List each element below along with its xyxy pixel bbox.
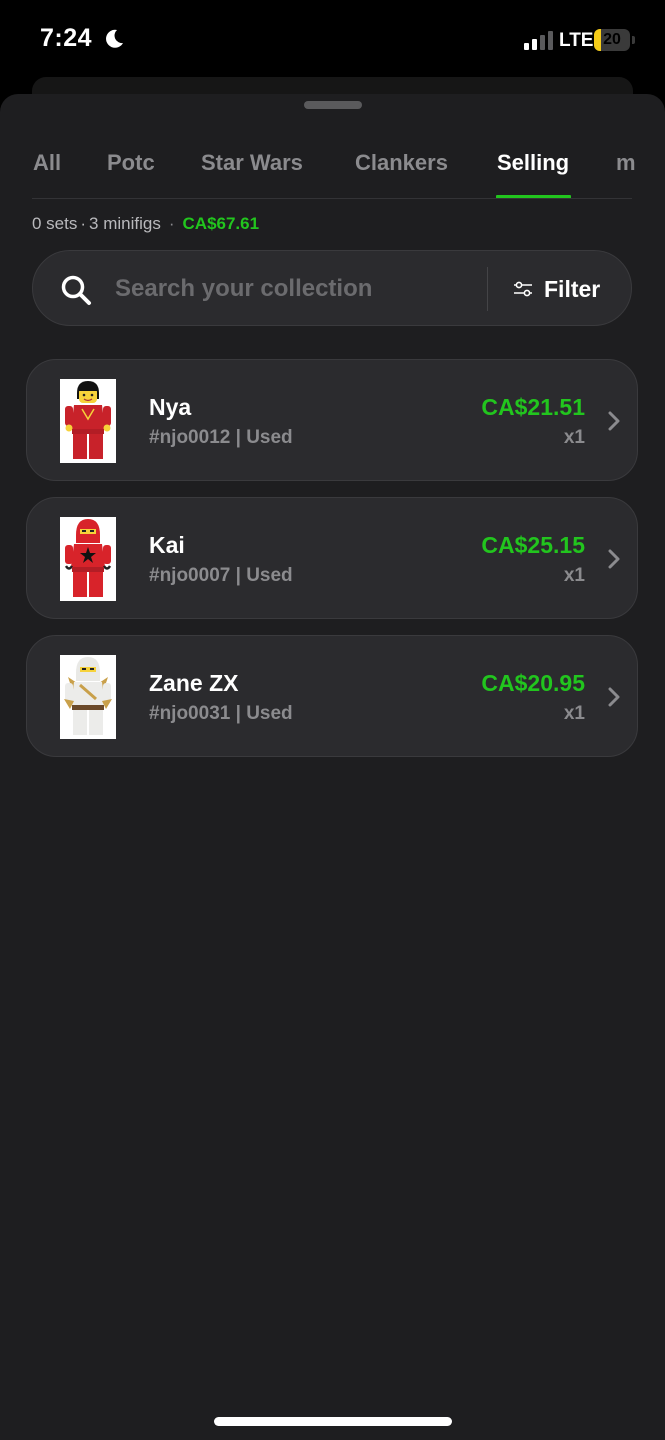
summary-separator: · — [168, 214, 175, 233]
battery-icon: 20 — [594, 29, 636, 51]
home-indicator[interactable] — [214, 1417, 452, 1426]
tab-star-wars[interactable]: Star Wars — [201, 150, 303, 176]
minifig-id-condition: #njo0031 | Used — [149, 703, 293, 724]
sliders-icon — [514, 281, 532, 297]
minifig-thumbnail — [60, 379, 116, 463]
status-bar: 7:24 LTE 20 — [0, 0, 665, 80]
search-bar[interactable]: Search your collection Filter — [32, 250, 632, 326]
signal-icon — [524, 31, 553, 50]
status-time: 7:24 — [40, 24, 93, 52]
filter-label: Filter — [544, 276, 601, 302]
minifig-card-zane-zx[interactable]: Zane ZX #njo0031 | Used CA$20.95 x1 — [26, 635, 638, 757]
minifig-id-condition: #njo0012 | Used — [149, 427, 293, 448]
battery-level: 20 — [603, 31, 621, 48]
minifig-quantity: x1 — [563, 565, 585, 586]
minifig-thumbnail — [60, 655, 116, 739]
tab-more[interactable]: m — [616, 150, 636, 176]
moon-icon — [106, 29, 123, 48]
collection-tabs: All Potc Star Wars Clankers Selling m — [0, 140, 665, 200]
tab-clankers[interactable]: Clankers — [355, 150, 448, 176]
tabs-divider — [32, 198, 632, 199]
sheet-grabber[interactable] — [304, 101, 362, 109]
tab-potc[interactable]: Potc — [107, 150, 155, 176]
search-input[interactable]: Search your collection — [115, 275, 372, 303]
network-type: LTE — [559, 30, 594, 51]
minifig-name: Nya — [149, 394, 192, 420]
collection-total-value: CA$67.61 — [182, 214, 260, 233]
search-divider — [487, 267, 488, 311]
minifig-name: Kai — [149, 532, 185, 558]
summary-separator: · — [80, 214, 87, 233]
sets-count: 0 sets — [32, 214, 78, 233]
search-icon — [61, 275, 91, 305]
tab-all[interactable]: All — [33, 150, 61, 176]
minifig-price: CA$25.15 — [481, 532, 585, 558]
filter-button[interactable]: Filter — [513, 267, 623, 311]
chevron-right-icon — [608, 549, 620, 569]
collection-summary: 0 sets · 3 minifigs · CA$67.61 — [32, 214, 259, 234]
minifig-card-nya[interactable]: Nya #njo0012 | Used CA$21.51 x1 — [26, 359, 638, 481]
minifig-card-kai[interactable]: Kai #njo0007 | Used CA$25.15 x1 — [26, 497, 638, 619]
minifig-thumbnail — [60, 517, 116, 601]
minifig-price: CA$20.95 — [481, 670, 585, 696]
minifig-name: Zane ZX — [149, 670, 239, 696]
chevron-right-icon — [608, 687, 620, 707]
minifig-id-condition: #njo0007 | Used — [149, 565, 293, 586]
chevron-right-icon — [608, 411, 620, 431]
minifig-quantity: x1 — [563, 703, 585, 724]
tab-selling[interactable]: Selling — [497, 150, 569, 176]
minifig-quantity: x1 — [563, 427, 585, 448]
minifigs-count: 3 minifigs — [89, 214, 161, 233]
minifig-price: CA$21.51 — [481, 394, 585, 420]
